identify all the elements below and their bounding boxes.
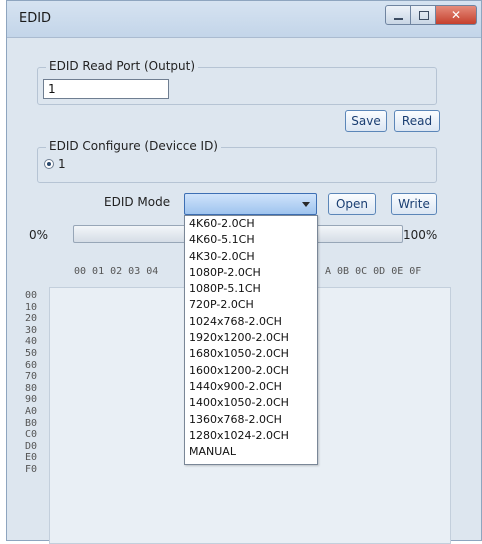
dropdown-option[interactable]: 4K60-2.0CH <box>185 216 317 232</box>
hex-row-labels: 00 10 20 30 40 50 60 70 80 90 A0 B0 C0 D… <box>25 290 37 476</box>
write-button[interactable]: Write <box>391 193 437 215</box>
hex-row-label: 70 <box>25 371 38 383</box>
chevron-down-icon <box>302 202 310 207</box>
progress-start-label: 0% <box>29 228 49 242</box>
hex-column-header-left: 00 01 02 03 04 <box>74 266 159 277</box>
hex-row-label: 40 <box>25 336 38 348</box>
dropdown-option[interactable]: 1024x768-2.0CH <box>185 314 317 330</box>
open-button[interactable]: Open <box>328 193 376 215</box>
dropdown-option[interactable]: 4K60-5.1CH <box>185 232 317 248</box>
edid-mode-label: EDID Mode <box>104 195 171 209</box>
hex-row-label: 50 <box>25 347 38 359</box>
device-radio[interactable] <box>44 159 54 169</box>
dropdown-option[interactable]: 720P-2.0CH <box>185 297 317 313</box>
hex-row-label: D0 <box>25 440 38 452</box>
hex-row-label: 10 <box>25 301 38 313</box>
hex-row-label: 90 <box>25 394 38 406</box>
minimize-button[interactable] <box>385 5 411 25</box>
hex-row-label: 80 <box>25 382 38 394</box>
read-button[interactable]: Read <box>394 110 440 132</box>
hex-row-label: 20 <box>25 313 38 325</box>
dropdown-option[interactable]: 1440x900-2.0CH <box>185 379 317 395</box>
hex-row-label: B0 <box>25 417 38 429</box>
edid-mode-select[interactable] <box>184 193 317 215</box>
edid-window: EDID ✕ EDID Read Port (Output) 1 Save Re… <box>6 0 482 544</box>
dropdown-option[interactable]: 1600x1200-2.0CH <box>185 363 317 379</box>
dropdown-option[interactable]: 1400x1050-2.0CH <box>185 395 317 411</box>
close-button[interactable]: ✕ <box>435 5 477 25</box>
device-radio-label: 1 <box>58 157 66 171</box>
dropdown-option[interactable]: MANUAL <box>185 444 317 460</box>
hex-row-label: F0 <box>25 463 38 475</box>
hex-row-label: E0 <box>25 452 38 464</box>
dropdown-option[interactable]: 1280x1024-2.0CH <box>185 428 317 444</box>
dropdown-option[interactable]: 1360x768-2.0CH <box>185 412 317 428</box>
window-title: EDID <box>19 11 52 26</box>
dropdown-option[interactable]: 1080P-5.1CH <box>185 281 317 297</box>
configure-legend: EDID Configure (Devicce ID) <box>46 139 221 153</box>
hex-row-label: 30 <box>25 324 38 336</box>
hex-row-label: 60 <box>25 359 38 371</box>
configure-group: EDID Configure (Devicce ID) <box>37 139 437 183</box>
dropdown-option[interactable]: 1920x1200-2.0CH <box>185 330 317 346</box>
hex-row-label: A0 <box>25 405 38 417</box>
hex-row-label: C0 <box>25 429 38 441</box>
edid-mode-dropdown[interactable]: 4K60-2.0CH 4K60-5.1CH 4K30-2.0CH 1080P-2… <box>184 215 318 465</box>
progress-end-label: 100% <box>403 228 438 242</box>
maximize-button[interactable] <box>410 5 436 25</box>
dropdown-option[interactable]: 1680x1050-2.0CH <box>185 346 317 362</box>
hex-column-header-right: A 0B 0C 0D 0E 0F <box>325 266 422 277</box>
dropdown-option[interactable]: 4K30-2.0CH <box>185 249 317 265</box>
read-port-legend: EDID Read Port (Output) <box>46 59 199 73</box>
close-icon: ✕ <box>450 8 462 22</box>
title-bar: EDID ✕ <box>7 1 481 38</box>
read-port-input[interactable]: 1 <box>43 79 169 99</box>
dropdown-option[interactable]: 1080P-2.0CH <box>185 265 317 281</box>
hex-row-label: 00 <box>25 290 38 301</box>
save-button[interactable]: Save <box>345 110 387 132</box>
